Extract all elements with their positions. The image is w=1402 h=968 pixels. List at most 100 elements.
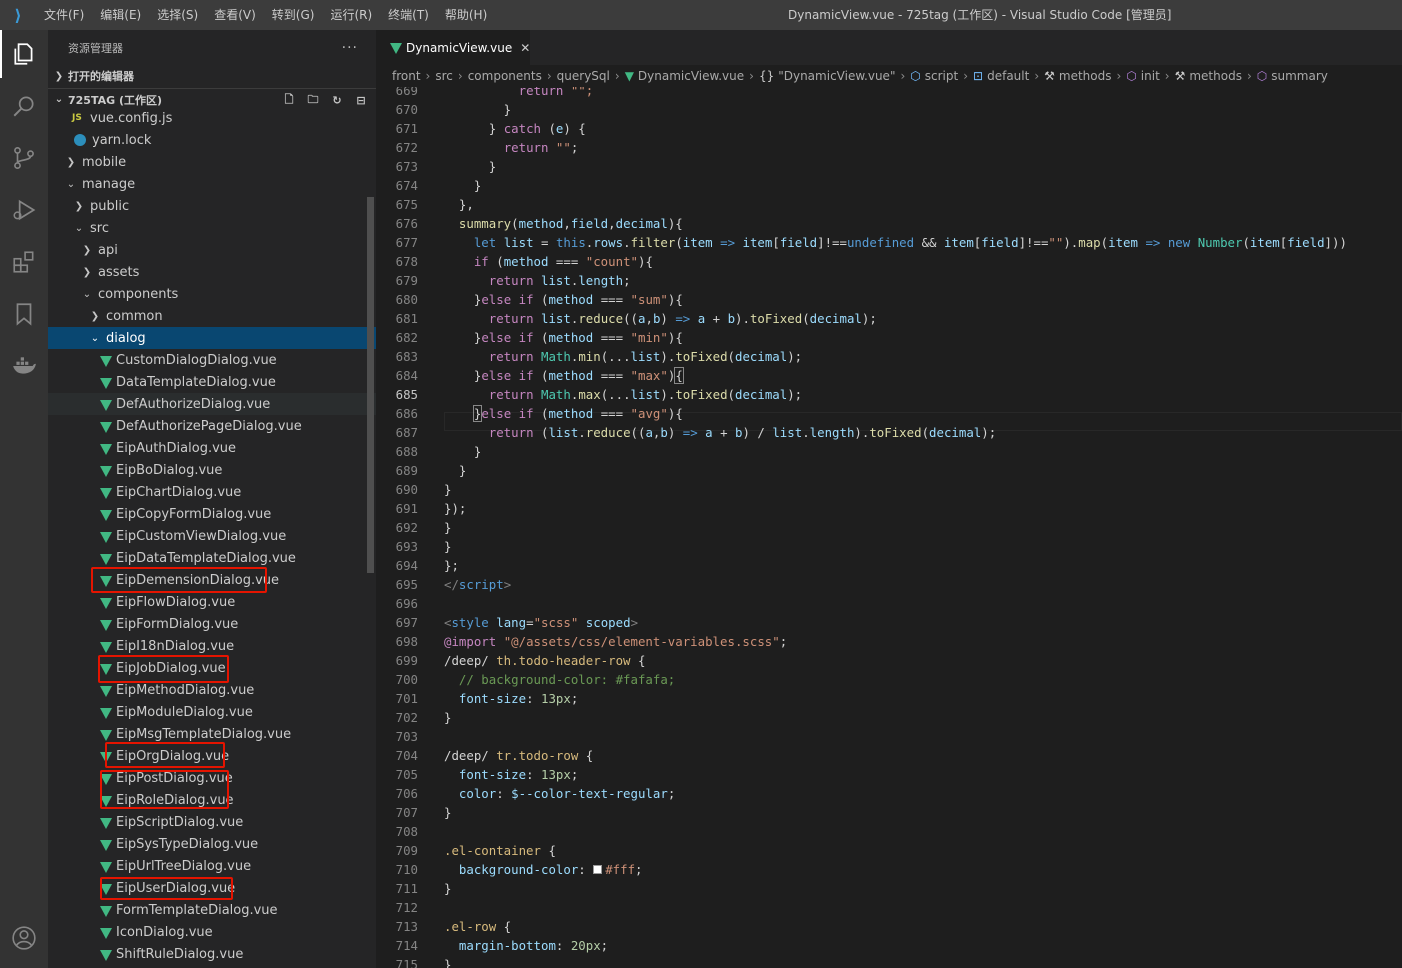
tree-item-label: FormTemplateDialog.vue (116, 902, 278, 918)
tree-file-item[interactable]: EipChartDialog.vue (48, 481, 376, 503)
breadcrumb-item[interactable]: src (435, 69, 453, 83)
tree-file-item[interactable]: DataTemplateDialog.vue (48, 371, 376, 393)
search-icon[interactable] (0, 82, 48, 130)
tree-folder-api[interactable]: ❯ api (48, 239, 376, 261)
tree-item-label: EipCopyFormDialog.vue (116, 506, 272, 522)
tree-file-item[interactable]: EipSysTypeDialog.vue (48, 833, 376, 855)
explorer-header: 资源管理器 ··· (48, 30, 376, 65)
tree-item-label: EipI18nDialog.vue (116, 638, 235, 654)
bookmark-icon[interactable] (0, 290, 48, 338)
account-icon[interactable] (0, 914, 48, 962)
menu-help[interactable]: 帮助(H) (437, 0, 495, 30)
tree-file-item[interactable]: DefAuthorizePageDialog.vue (48, 415, 376, 437)
tab-dynamicview[interactable]: DynamicView.vue ✕ (376, 30, 530, 65)
highlight-box (91, 567, 267, 593)
highlight-box (98, 655, 229, 683)
tree-folder-src[interactable]: ⌄ src (48, 217, 376, 239)
tree-item-label: components (98, 286, 179, 302)
more-actions-icon[interactable]: ··· (342, 40, 358, 56)
color-swatch[interactable] (593, 865, 603, 874)
tree-folder-public[interactable]: ❯ public (48, 195, 376, 217)
breadcrumb-item[interactable]: DynamicView.vue (638, 69, 744, 83)
tree-file-item[interactable]: DefAuthorizeDialog.vue (48, 393, 376, 415)
vue-file-icon (100, 707, 112, 719)
tree-file-item[interactable]: EipAuthDialog.vue (48, 437, 376, 459)
chevron-down-icon: ⌄ (74, 222, 84, 234)
tree-item-label: mobile (82, 154, 127, 170)
tree-file-item[interactable]: EipCustomViewDialog.vue (48, 525, 376, 547)
docker-icon[interactable] (0, 342, 48, 390)
sidebar-scrollbar[interactable] (367, 197, 374, 573)
tree-item-label: EipBoDialog.vue (116, 462, 223, 478)
tree-item-vue-config[interactable]: JS vue.config.js (48, 107, 376, 129)
breadcrumb-separator-icon: › (900, 69, 906, 83)
tree-folder-assets[interactable]: ❯ assets (48, 261, 376, 283)
breadcrumb-item[interactable]: script (925, 69, 958, 83)
tree-folder-common[interactable]: ❯ common (48, 305, 376, 327)
tree-file-item[interactable]: IconDialog.vue (48, 921, 376, 943)
menu-file[interactable]: 文件(F) (36, 0, 92, 30)
menu-selection[interactable]: 选择(S) (149, 0, 206, 30)
vue-file-icon (100, 531, 112, 543)
yarn-icon (74, 134, 86, 146)
module-icon: ⬡ (910, 69, 921, 83)
tree-file-item[interactable]: EipFlowDialog.vue (48, 591, 376, 613)
vue-file-icon (100, 817, 112, 829)
breadcrumb-item[interactable]: methods (1059, 69, 1112, 83)
tree-item-yarn-lock[interactable]: yarn.lock (48, 129, 376, 151)
menu-terminal[interactable]: 终端(T) (380, 0, 437, 30)
open-editors-section[interactable]: ❯ 打开的编辑器 (48, 65, 376, 87)
source-control-icon[interactable] (0, 134, 48, 182)
tree-folder-manage[interactable]: ⌄ manage (48, 173, 376, 195)
method-cube-icon: ⬡ (1256, 69, 1268, 83)
breadcrumb-item[interactable]: init (1141, 69, 1160, 83)
tree-item-label: EipScriptDialog.vue (116, 814, 244, 830)
breadcrumb-item[interactable]: methods (1189, 69, 1242, 83)
tree-file-item[interactable]: EipCopyFormDialog.vue (48, 503, 376, 525)
breadcrumb-item[interactable]: default (987, 69, 1029, 83)
breadcrumb-item[interactable]: front (392, 69, 421, 83)
tree-file-item[interactable]: EipFormDialog.vue (48, 613, 376, 635)
tree-file-item[interactable]: EipBoDialog.vue (48, 459, 376, 481)
tree-file-item[interactable]: ShiftRuleDialog.vue (48, 943, 376, 965)
tree-file-item[interactable]: EipUrlTreeDialog.vue (48, 855, 376, 877)
tree-item-label: EipMethodDialog.vue (116, 682, 255, 698)
chevron-right-icon: ❯ (66, 156, 76, 168)
tree-file-item[interactable]: EipI18nDialog.vue (48, 635, 376, 657)
menu-view[interactable]: 查看(V) (206, 0, 264, 30)
vue-file-icon (390, 43, 402, 54)
highlight-box (105, 742, 225, 768)
breadcrumb-item[interactable]: querySql (557, 69, 610, 83)
tree-item-label: assets (98, 264, 140, 280)
breadcrumb-separator-icon: › (614, 69, 620, 83)
breadcrumb-separator-icon: › (425, 69, 431, 83)
tree-item-label: EipAuthDialog.vue (116, 440, 237, 456)
tree-folder-mobile[interactable]: ❯ mobile (48, 151, 376, 173)
tree-file-item[interactable]: EipScriptDialog.vue (48, 811, 376, 833)
tree-folder-dialog[interactable]: ⌄ dialog (48, 327, 376, 349)
tree-item-label: vue.config.js (90, 110, 173, 126)
menu-go[interactable]: 转到(G) (264, 0, 323, 30)
breadcrumb-item[interactable]: components (468, 69, 542, 83)
title-bar: ⟩ 文件(F) 编辑(E) 选择(S) 查看(V) 转到(G) 运行(R) 终端… (0, 0, 1402, 30)
tree-file-item[interactable]: CustomDialogDialog.vue (48, 349, 376, 371)
menu-edit[interactable]: 编辑(E) (92, 0, 149, 30)
variable-icon: ⊡ (973, 69, 984, 83)
breadcrumb-item[interactable]: summary (1271, 69, 1328, 83)
breadcrumb-separator-icon: › (546, 69, 552, 83)
breadcrumb-item[interactable]: "DynamicView.vue" (778, 69, 895, 83)
tree-file-item[interactable]: EipModuleDialog.vue (48, 701, 376, 723)
close-icon[interactable]: ✕ (520, 41, 530, 55)
vue-file-icon (100, 487, 112, 499)
extensions-icon[interactable] (0, 238, 48, 286)
run-debug-icon[interactable] (0, 186, 48, 234)
tree-file-item[interactable]: EipDataTemplateDialog.vue (48, 547, 376, 569)
tree-folder-components[interactable]: ⌄ components (48, 283, 376, 305)
chevron-right-icon: ❯ (90, 310, 100, 322)
vue-file-icon (100, 619, 112, 631)
menu-run[interactable]: 运行(R) (322, 0, 380, 30)
vue-file-icon (100, 421, 112, 433)
tree-file-item[interactable]: FormTemplateDialog.vue (48, 899, 376, 921)
code-editor[interactable]: 669 return ""; 670 } 671 } catch (e) { 6… (376, 87, 1402, 968)
explorer-icon[interactable] (0, 30, 48, 78)
